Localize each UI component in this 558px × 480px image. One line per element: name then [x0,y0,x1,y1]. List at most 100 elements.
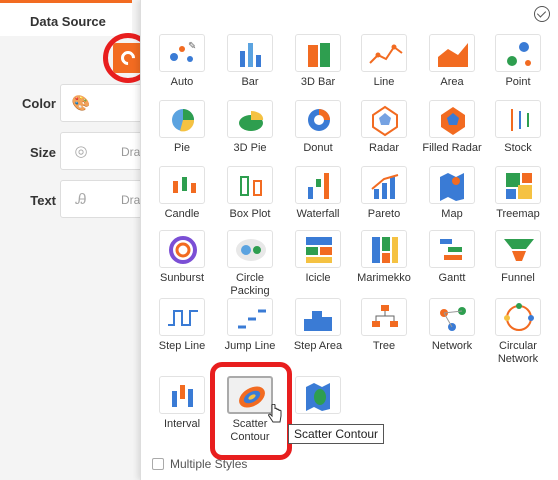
chart-tile-pareto[interactable]: Pareto [352,166,416,221]
chart-tile-line[interactable]: Line [352,34,416,89]
chart-icon [159,230,205,268]
chart-icon [295,230,341,268]
chart-tile-label: Gantt [438,272,466,284]
data-source-label: Data Source [30,14,106,29]
chart-tile-label: Candle [164,208,200,220]
confirm-icon[interactable] [534,6,550,22]
chart-tile-gantt[interactable]: Gantt [420,230,484,285]
chart-icon [429,100,475,138]
chart-tile-waterfall[interactable]: Waterfall [286,166,350,221]
chart-tile-candle[interactable]: Candle [150,166,214,221]
chart-tile-label: Point [505,76,531,88]
chart-tile-label: Bar [241,76,259,88]
chart-icon [495,100,541,138]
chart-tile-point[interactable]: Point [486,34,550,89]
chart-tile-circular-network[interactable]: Circular Network [486,298,550,366]
chart-tile-label: Stock [504,142,532,154]
chart-tile-stock[interactable]: Stock [486,100,550,155]
chart-tile-label: Box Plot [229,208,271,220]
chart-icon [495,298,541,336]
chart-tile-interval[interactable]: Interval [150,376,214,431]
chart-icon [295,376,341,414]
chart-icon [429,230,475,268]
chart-icon [227,100,273,138]
chart-tile-jump-line[interactable]: Jump Line [218,298,282,353]
chart-tile-label: Radar [369,142,399,154]
chart-tile-label: Jump Line [224,340,276,352]
chart-tile-label: Donut [303,142,333,154]
size-icon: ◎ [74,143,88,160]
chart-tile-map-area[interactable] [286,376,350,418]
chart-icon [429,166,475,204]
tooltip: Scatter Contour [288,424,385,444]
chart-tile-label: Filled Radar [422,142,482,154]
chart-tile-label: Funnel [501,272,535,284]
chart-icon [295,100,341,138]
chart-icon [227,166,273,204]
chart-tile-map[interactable]: Map [420,166,484,221]
chart-tile-area[interactable]: Area [420,34,484,89]
chart-tile-label: Interval [163,418,201,430]
chart-tile-3d-bar[interactable]: 3D Bar [286,34,350,89]
chart-tile-sunburst[interactable]: Sunburst [150,230,214,285]
chart-tile-label: Circle Packing [230,272,270,297]
chart-tile-label: Icicle [305,272,331,284]
chart-icon [495,166,541,204]
chart-tile-label: Area [440,76,464,88]
chart-tile-circle-packing[interactable]: Circle Packing [218,230,282,298]
chart-tile-funnel[interactable]: Funnel [486,230,550,285]
chart-tile-label: Tree [372,340,396,352]
chart-tile-auto[interactable]: ✎ Auto [150,34,214,89]
chart-tile-label: Pareto [367,208,401,220]
chart-icon [429,298,475,336]
chart-icon [295,166,341,204]
chart-tile-marimekko[interactable]: Marimekko [352,230,416,285]
chart-tile-label: Line [373,76,395,88]
chart-tile-donut[interactable]: Donut [286,100,350,155]
size-label: Size [29,145,56,160]
chart-tile-label: Network [431,340,473,352]
svg-text:✎: ✎ [188,41,196,52]
text-label: Text [30,193,56,208]
chart-icon [159,166,205,204]
chart-icon [495,230,541,268]
chart-tile-step-area[interactable]: Step Area [286,298,350,353]
multiple-styles-checkbox[interactable]: Multiple Styles [152,457,247,471]
chart-icon [361,34,407,72]
chart-icon [361,230,407,268]
chart-icon [159,376,205,414]
chart-tile-pie[interactable]: Pie [150,100,214,155]
chart-icon [159,100,205,138]
chart-icon [227,34,273,72]
chart-tile-radar[interactable]: Radar [352,100,416,155]
chart-tile-3d-pie[interactable]: 3D Pie [218,100,282,155]
chart-tile-label: 3D Bar [300,76,336,88]
chart-tile-label: Circular Network [497,340,539,365]
text-icon: Ꭿ [75,191,87,208]
chart-icon [159,298,205,336]
chart-tile-icicle[interactable]: Icicle [286,230,350,285]
chart-icon: ✎ [159,34,205,72]
chart-icon [227,298,273,336]
chart-tile-label: Pie [174,142,190,154]
chart-icon [361,166,407,204]
chart-icon [227,230,273,268]
chart-tile-box-plot[interactable]: Box Plot [218,166,282,221]
color-label: Color [22,96,56,111]
chart-tile-label: Map [441,208,463,220]
chart-tile-label: Auto [170,76,194,88]
hand-cursor-icon [268,404,282,423]
chart-icon [361,298,407,336]
chart-tile-label: Sunburst [159,272,205,284]
chart-icon [295,298,341,336]
chart-tile-treemap[interactable]: Treemap [486,166,550,221]
chart-tile-label: Treemap [496,208,540,220]
chart-tile-network[interactable]: Network [420,298,484,353]
chart-tile-bar[interactable]: Bar [218,34,282,89]
data-source-tab[interactable]: Data Source [0,0,132,36]
chart-tile-label: Step Area [293,340,343,352]
chart-tile-tree[interactable]: Tree [352,298,416,353]
chart-tile-step-line[interactable]: Step Line [150,298,214,353]
chart-icon [295,34,341,72]
chart-tile-filled-radar[interactable]: Filled Radar [420,100,484,155]
